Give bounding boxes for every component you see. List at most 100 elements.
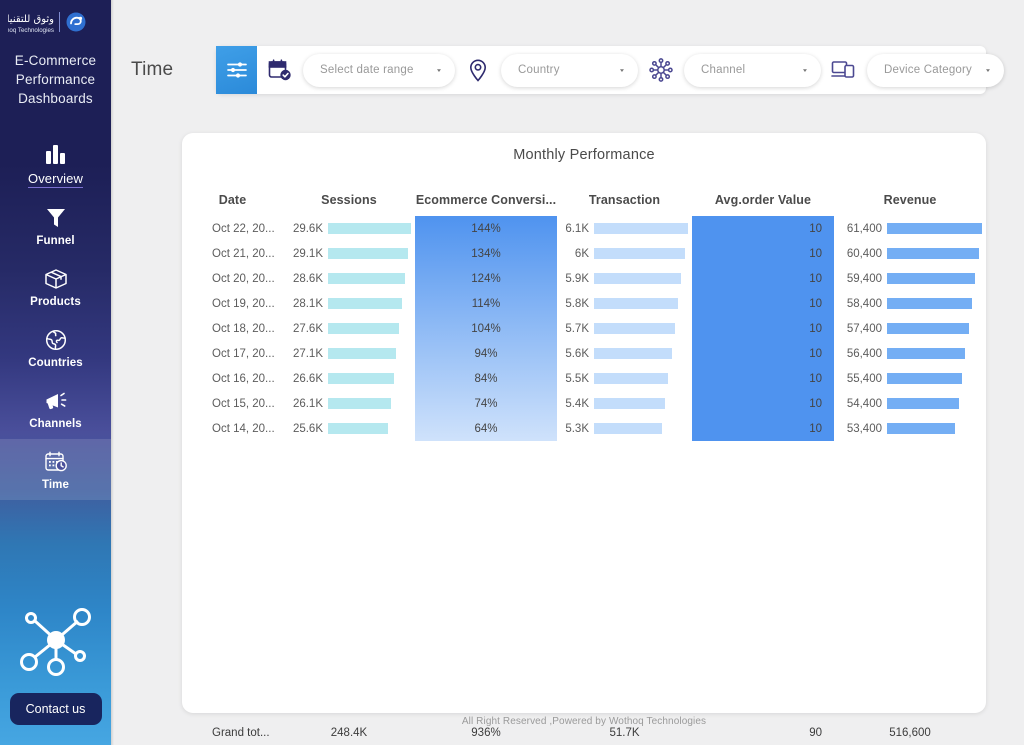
sidebar-item-channels[interactable]: Channels [0,378,111,439]
cell-conversion: 84% [415,366,557,391]
table-row[interactable]: Oct 18, 20...27.6K104%5.7K1057,400 [182,316,986,341]
table-row[interactable]: Oct 15, 20...26.1K74%5.4K1054,400 [182,391,986,416]
grand-total-sessions: 248.4K [283,727,415,739]
cell-sessions: 28.1K [283,291,415,316]
cell-conversion: 114% [415,291,557,316]
cell-sessions-bar [328,273,405,284]
cell-aov: 10 [692,416,834,441]
table-row[interactable]: Oct 17, 20...27.1K94%5.6K1056,400 [182,341,986,366]
cell-conversion: 64% [415,416,557,441]
cell-revenue-bar [887,398,959,409]
table-row[interactable]: Oct 14, 20...25.6K64%5.3K1053,400 [182,416,986,441]
cell-sessions-value: 28.1K [283,298,323,310]
cell-revenue: 59,400 [834,266,986,291]
cell-sessions-bar-track [328,373,411,384]
cell-transaction-bar [594,223,688,234]
country-select[interactable]: Country ▾ [501,54,638,87]
cell-sessions-bar [328,223,411,234]
cell-revenue: 53,400 [834,416,986,441]
sliders-icon[interactable] [216,46,257,94]
cell-revenue: 58,400 [834,291,986,316]
channel-select[interactable]: Channel ▾ [684,54,821,87]
sidebar-nav: Overview Funnel Produc [0,134,111,500]
table-row[interactable]: Oct 22, 20...29.6K144%6.1K1061,400 [182,216,986,241]
cell-revenue-value: 53,400 [834,423,882,435]
monthly-performance-card: Monthly Performance Date Sessions Ecomme… [182,133,986,713]
cell-transaction-value: 5.4K [557,398,589,410]
column-header-aov[interactable]: Avg.order Value [692,193,834,207]
cell-revenue-bar [887,298,972,309]
cell-transaction: 5.3K [557,416,692,441]
cell-revenue-value: 58,400 [834,298,882,310]
cell-revenue-bar [887,373,962,384]
cell-sessions-value: 26.1K [283,398,323,410]
contact-us-button[interactable]: Contact us [10,693,102,725]
calendar-clock-icon [43,449,69,475]
cell-transaction-bar-track [594,223,688,234]
cell-date: Oct 19, 20... [182,291,283,316]
column-header-transaction[interactable]: Transaction [557,193,692,207]
sidebar-item-label: Products [30,296,81,308]
cell-transaction-value: 5.7K [557,323,589,335]
cell-sessions-value: 27.1K [283,348,323,360]
cell-aov: 10 [692,341,834,366]
cell-sessions: 25.6K [283,416,415,441]
grand-total-revenue: 516,600 [834,727,986,739]
cell-sessions-bar-track [328,423,411,434]
cell-date: Oct 18, 20... [182,316,283,341]
column-header-date[interactable]: Date [182,193,283,207]
cell-revenue-bar-track [887,323,982,334]
sidebar-item-countries[interactable]: Countries [0,317,111,378]
column-header-revenue[interactable]: Revenue [834,193,986,207]
cell-sessions: 26.6K [283,366,415,391]
sidebar-item-overview[interactable]: Overview [0,134,111,195]
megaphone-icon [43,388,69,414]
svg-text:Wothoq Technologies: Wothoq Technologies [8,27,54,34]
cell-revenue-bar-track [887,348,982,359]
performance-table: Date Sessions Ecommerce Conversi... Tran… [182,179,986,441]
date-range-select[interactable]: Select date range ▾ [303,54,455,87]
cell-transaction: 5.7K [557,316,692,341]
devices-icon [827,59,861,81]
device-category-select[interactable]: Device Category ▾ [867,54,1004,87]
cell-conversion: 74% [415,391,557,416]
cell-conversion: 144% [415,216,557,241]
sidebar-item-funnel[interactable]: Funnel [0,195,111,256]
calendar-check-icon [263,59,297,82]
cell-transaction-bar-track [594,423,688,434]
sidebar-item-products[interactable]: Products [0,256,111,317]
cell-sessions: 27.1K [283,341,415,366]
cell-revenue-bar [887,348,965,359]
cell-transaction-bar-track [594,248,688,259]
table-row[interactable]: Oct 16, 20...26.6K84%5.5K1055,400 [182,366,986,391]
column-header-conversion[interactable]: Ecommerce Conversi... [415,193,557,207]
cell-revenue-value: 60,400 [834,248,882,260]
box-icon [43,266,69,292]
cell-transaction-value: 5.9K [557,273,589,285]
cell-sessions-bar-track [328,273,411,284]
cell-sessions-value: 27.6K [283,323,323,335]
globe-icon [44,327,68,353]
table-row[interactable]: Oct 20, 20...28.6K124%5.9K1059,400 [182,266,986,291]
bar-chart-icon [44,141,68,167]
table-body: Oct 22, 20...29.6K144%6.1K1061,400Oct 21… [182,216,986,441]
sidebar-item-time[interactable]: Time [0,439,111,500]
cell-date: Oct 17, 20... [182,341,283,366]
cell-revenue: 56,400 [834,341,986,366]
dashboard-app: وثوق للتقنيات Wothoq Technologies E-Comm… [0,0,1024,745]
cell-sessions-value: 29.1K [283,248,323,260]
grand-total-aov: 90 [692,727,834,739]
country-placeholder: Country [518,64,560,76]
cell-aov: 10 [692,216,834,241]
cell-conversion: 124% [415,266,557,291]
cell-revenue-value: 54,400 [834,398,882,410]
cell-transaction: 5.4K [557,391,692,416]
cell-transaction-value: 6.1K [557,223,589,235]
column-header-sessions[interactable]: Sessions [283,193,415,207]
table-row[interactable]: Oct 21, 20...29.1K134%6K1060,400 [182,241,986,266]
cell-date: Oct 21, 20... [182,241,283,266]
location-pin-icon [461,58,495,82]
sidebar-item-label: Funnel [36,235,74,247]
table-row[interactable]: Oct 19, 20...28.1K114%5.8K1058,400 [182,291,986,316]
cell-revenue-bar-track [887,398,982,409]
